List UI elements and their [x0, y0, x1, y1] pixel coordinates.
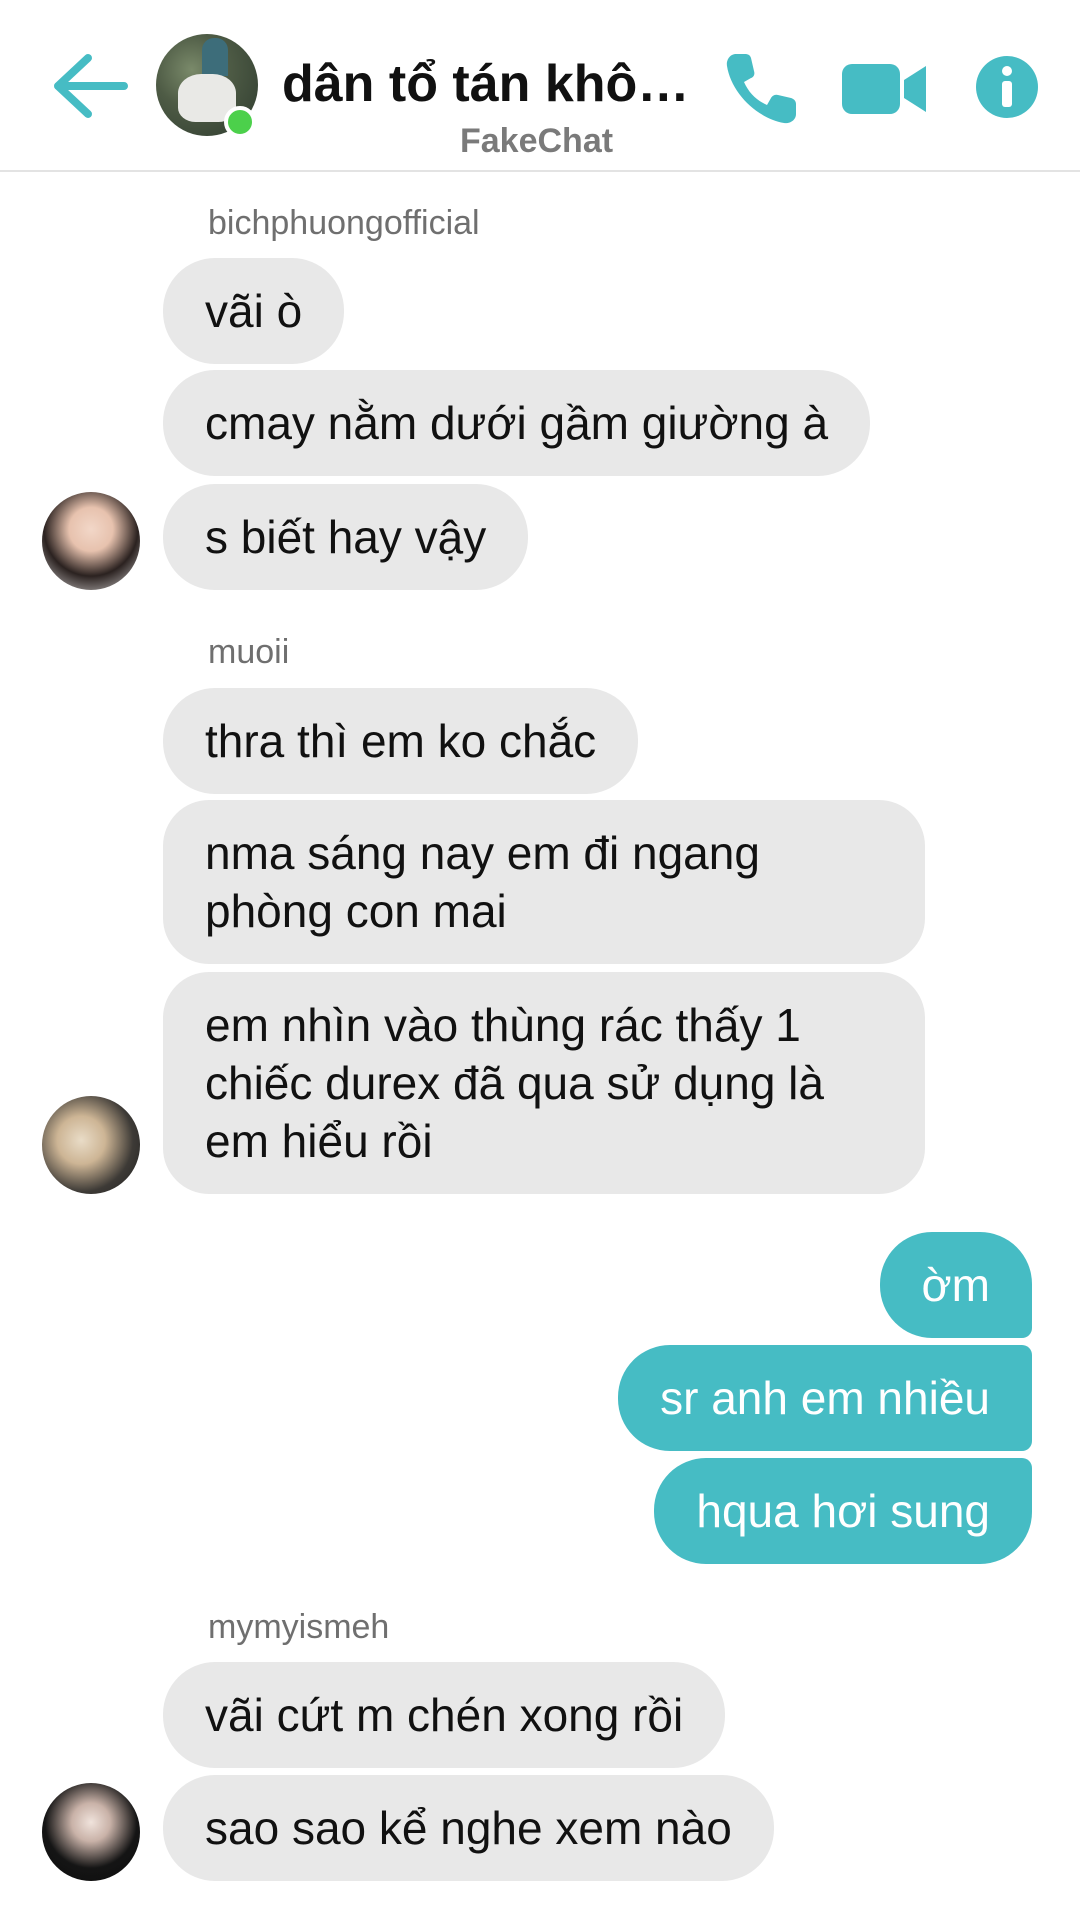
- message-bubble[interactable]: vãi ò: [163, 258, 345, 364]
- my-message-bubble[interactable]: ờm: [879, 1232, 1032, 1338]
- message-bubble[interactable]: thra thì em ko chắc: [163, 688, 639, 794]
- phone-icon[interactable]: [722, 48, 802, 128]
- sender-name: muoii: [208, 633, 290, 671]
- online-status-dot: [224, 106, 256, 138]
- message-bubble[interactable]: nma sáng nay em đi ngang phòng con mai: [163, 800, 925, 964]
- chat-header: dân tổ tán khôn... FakeChat: [0, 0, 1080, 172]
- sender-avatar[interactable]: [42, 1096, 140, 1194]
- message-bubble[interactable]: vãi cứt m chén xong rồi: [163, 1662, 726, 1768]
- my-message-bubble[interactable]: hqua hơi sung: [654, 1458, 1032, 1564]
- sender-avatar[interactable]: [42, 492, 140, 590]
- my-message-bubble[interactable]: sr anh em nhiều: [618, 1345, 1032, 1451]
- chat-subtitle: FakeChat: [460, 122, 614, 160]
- message-bubble[interactable]: cmay nằm dưới gầm giường à: [163, 370, 871, 476]
- sender-name: mymyismeh: [208, 1608, 390, 1646]
- message-bubble[interactable]: sao sao kể nghe xem nào: [163, 1775, 774, 1881]
- message-bubble[interactable]: s biết hay vậy: [163, 484, 529, 590]
- chat-title[interactable]: dân tổ tán khôn...: [282, 54, 692, 114]
- info-icon[interactable]: [974, 54, 1040, 120]
- sender-name: bichphuongofficial: [208, 204, 480, 242]
- message-bubble[interactable]: em nhìn vào thùng rác thấy 1 chiếc durex…: [163, 972, 925, 1194]
- avatar-door-shape: [202, 38, 228, 76]
- sender-avatar[interactable]: [42, 1783, 140, 1881]
- video-camera-icon[interactable]: [838, 48, 930, 128]
- back-arrow-icon[interactable]: [50, 50, 130, 122]
